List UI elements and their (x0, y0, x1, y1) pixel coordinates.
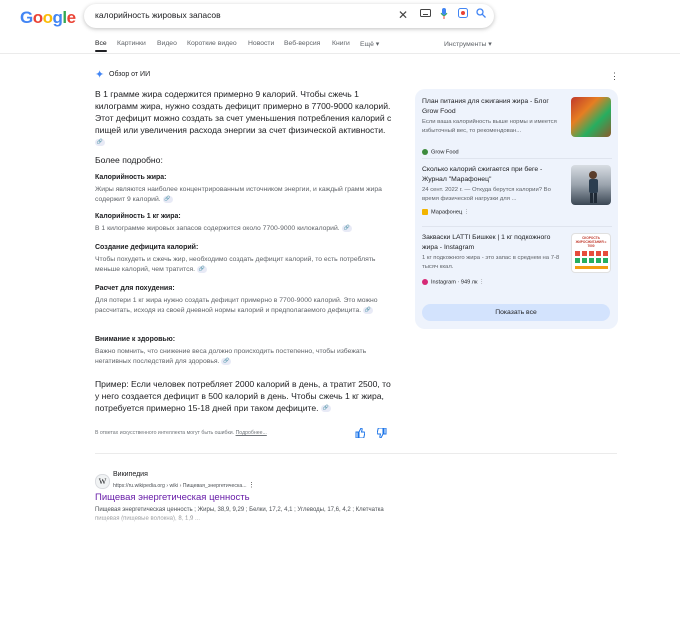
source-snippet: 24 сент. 2022 г. — Откуда берутся калори… (422, 187, 551, 202)
growfood-favicon-icon (422, 149, 428, 155)
source-name: Grow Food (422, 149, 459, 155)
ai-point: Внимание к здоровью: Важно помнить, что … (95, 336, 367, 365)
instagram-favicon-icon (422, 279, 428, 285)
tab-video[interactable]: Видео (157, 40, 177, 47)
link-icon[interactable]: 🔗 (320, 405, 331, 413)
more-options-icon[interactable]: ⋮ (464, 209, 470, 215)
tab-books[interactable]: Книги (332, 40, 350, 47)
microphone-icon[interactable] (437, 8, 451, 22)
more-options-icon[interactable]: ⋮ (248, 482, 255, 489)
search-icon[interactable] (474, 8, 488, 22)
header-divider (0, 53, 680, 54)
source-title[interactable]: План питания для сжигания жира - Блог Gr… (422, 97, 562, 116)
source-card[interactable]: План питания для сжигания жира - Блог Gr… (422, 97, 612, 157)
source-card[interactable]: Сколько калорий сжигается при беге - Жур… (422, 165, 612, 225)
search-box[interactable]: калорийность жировых запасов ✕ (84, 4, 494, 28)
tab-more[interactable]: Ещё ▾ (360, 40, 379, 48)
tools-button[interactable]: Инструменты ▾ (444, 40, 492, 48)
tab-news[interactable]: Новости (248, 40, 274, 47)
more-options-icon[interactable]: ⋮ (610, 71, 619, 82)
source-title[interactable]: Сколько калорий сжигается при беге - Жур… (422, 165, 562, 184)
link-icon[interactable]: 🔗 (162, 195, 173, 203)
marafonec-favicon-icon (422, 209, 428, 215)
tab-web[interactable]: Веб-версия (284, 40, 320, 47)
link-icon[interactable]: 🔗 (363, 306, 374, 314)
result-title-link[interactable]: Пищевая энергетическая ценность (95, 492, 250, 503)
ai-point: Калорийность 1 кг жира: В 1 килограмме ж… (95, 213, 352, 232)
source-snippet: Если ваша калорийность выше нормы и имее… (422, 119, 557, 134)
source-name: Марафонец ⋮ (422, 209, 469, 215)
more-options-icon[interactable]: ⋮ (479, 279, 485, 285)
ai-point: Создание дефицита калорий: Чтобы похудет… (95, 244, 376, 273)
thumbs-up-icon[interactable] (355, 427, 366, 440)
source-card[interactable]: Закваски LATTI Бишкек | 1 кг подкожного … (422, 233, 612, 293)
link-icon[interactable]: 🔗 (196, 265, 207, 273)
learn-more-link[interactable]: Подробнее... (236, 430, 267, 436)
result-site-name[interactable]: Википедия (113, 471, 148, 478)
ai-example-paragraph: Пример: Если человек потребляет 2000 кал… (95, 379, 391, 413)
infographic-thumbnail: СКОРОСТЬ ЖИРОСЖИГАНИЯ = 7000 (571, 233, 611, 273)
food-thumbnail (571, 97, 611, 137)
google-logo[interactable]: Google (20, 8, 76, 28)
gemini-sparkle-icon: ✦ (95, 69, 105, 81)
clear-icon[interactable]: ✕ (396, 8, 410, 22)
ai-point: Расчет для похудения: Для потери 1 кг жи… (95, 285, 378, 314)
link-icon[interactable]: 🔗 (221, 357, 232, 365)
link-icon[interactable]: 🔗 (95, 139, 105, 147)
tab-images[interactable]: Картинки (117, 40, 146, 47)
runner-thumbnail (571, 165, 611, 205)
ai-disclaimer: В ответах искусственного интеллекта могу… (95, 430, 267, 436)
source-title[interactable]: Закваски LATTI Бишкек | 1 кг подкожного … (422, 233, 562, 252)
thumbs-down-icon[interactable] (376, 427, 387, 440)
sources-panel: План питания для сжигания жира - Блог Gr… (415, 89, 618, 329)
ai-overview-title: Обзор от ИИ (109, 71, 151, 78)
tab-short-video[interactable]: Короткие видео (187, 40, 237, 47)
keyboard-icon[interactable] (418, 8, 432, 22)
fade-overlay (95, 515, 395, 525)
wikipedia-favicon-icon: W (95, 474, 110, 489)
result-url[interactable]: https://ru.wikipedia.org › wiki › Пищева… (113, 481, 255, 489)
show-all-button[interactable]: Показать все (422, 304, 610, 321)
ai-lead-paragraph: В 1 грамме жира содержится примерно 9 ка… (95, 89, 392, 147)
tab-all[interactable]: Все (95, 40, 107, 52)
search-input[interactable]: калорийность жировых запасов (95, 10, 221, 20)
source-snippet: 1 кг подкожного жира - это запас в средн… (422, 255, 560, 270)
camera-lens-icon[interactable] (456, 8, 470, 22)
ai-more-heading: Более подробно: (95, 155, 163, 165)
link-icon[interactable]: 🔗 (341, 224, 352, 232)
source-name: Instagram · 949 лк ⋮ (422, 279, 485, 285)
section-divider (95, 453, 617, 454)
ai-point: Калорийность жира: Жиры являются наиболе… (95, 174, 382, 203)
